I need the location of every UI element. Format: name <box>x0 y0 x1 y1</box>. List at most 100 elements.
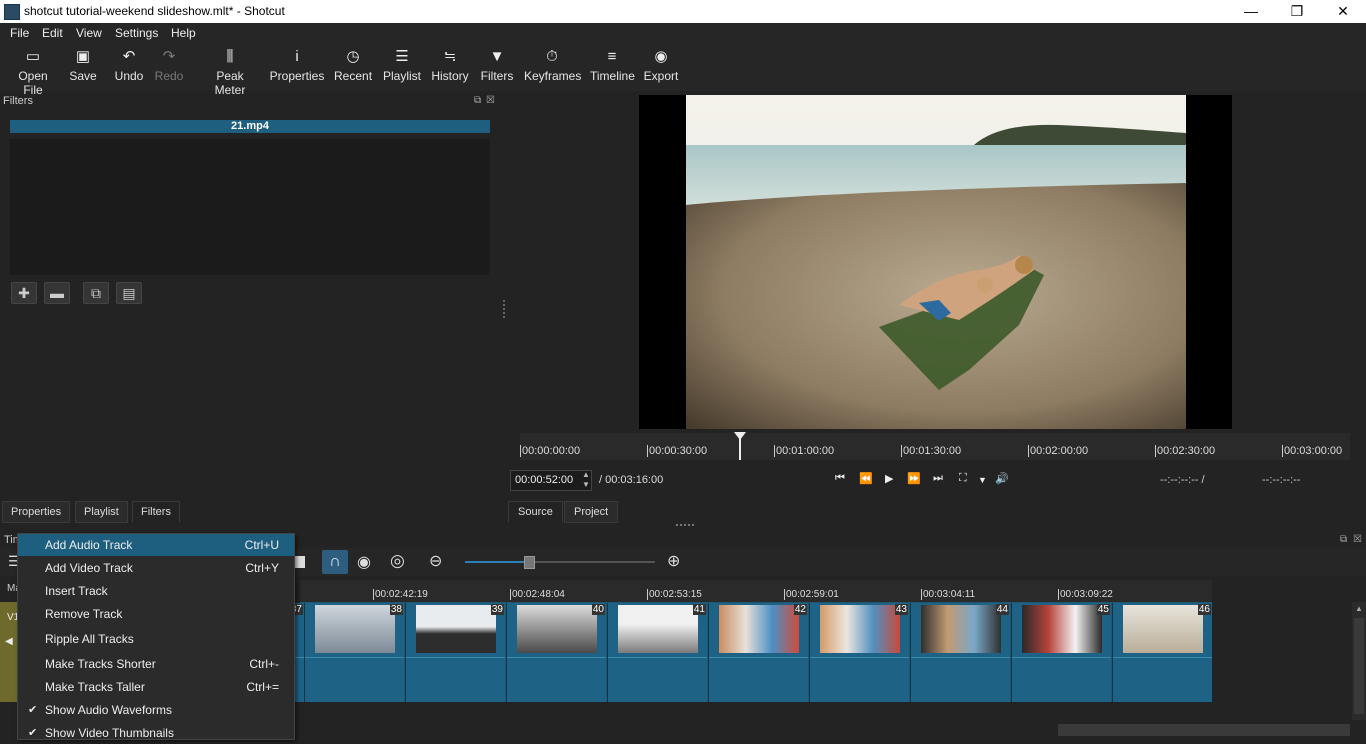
ripple-target-icon[interactable]: ◎ <box>390 551 405 571</box>
zoom-in-icon[interactable]: ⊕ <box>667 551 680 571</box>
scroll-up-icon[interactable]: ▲ <box>1355 604 1363 613</box>
menu-bar: File Edit View Settings Help <box>0 23 1366 43</box>
player-ruler-tick: 00:01:00:00 <box>774 445 835 457</box>
redo-icon: ↷ <box>162 48 176 65</box>
menu-add-video-track[interactable]: Add Video Track Ctrl+Y <box>18 557 294 579</box>
snap-magnet-icon[interactable]: ∩ <box>322 550 348 574</box>
redo-button[interactable]: ↷ Redo <box>152 45 186 89</box>
clip-number: 38 <box>389 604 403 615</box>
menu-show-video-thumbnails[interactable]: ✔ Show Video Thumbnails <box>18 722 294 744</box>
save-button[interactable]: ▣ Save <box>66 45 100 89</box>
peak-meter-button[interactable]: ⫼ Peak Meter <box>200 45 260 97</box>
menu-add-audio-track[interactable]: Add Audio Track Ctrl+U <box>18 534 294 556</box>
spin-up-icon[interactable]: ▲ <box>582 470 590 479</box>
properties-button[interactable]: i Properties <box>269 45 325 89</box>
clip-thumbnail <box>416 605 496 653</box>
playlist-button[interactable]: ☰ Playlist <box>383 45 421 89</box>
history-icon: ≒ <box>443 48 457 65</box>
timeline-clip[interactable]: 38 <box>304 603 404 702</box>
undo-button[interactable]: ↶ Undo <box>112 45 146 89</box>
filters-list[interactable] <box>10 139 490 275</box>
peak-meter-icon: ⫼ <box>226 48 234 65</box>
rewind-icon[interactable]: ⏪ <box>859 472 873 485</box>
timeline-clip[interactable]: 41 <box>607 603 707 702</box>
clip-thumbnail <box>315 605 395 653</box>
close-panel-icon[interactable]: ☒ <box>1353 534 1362 545</box>
play-icon[interactable]: ▶ <box>885 472 893 485</box>
clip-thumbnail <box>1022 605 1102 653</box>
menu-file[interactable]: File <box>10 26 29 40</box>
timeline-clip[interactable]: 46 <box>1112 603 1212 702</box>
timeline-clip[interactable]: 39 <box>405 603 505 702</box>
menu-ripple-all-tracks[interactable]: Ripple All Tracks <box>18 628 294 650</box>
tab-source[interactable]: Source <box>508 501 563 523</box>
chevron-down-icon[interactable]: ▼ <box>978 475 987 485</box>
filters-panel-title: Filters <box>3 95 33 107</box>
menu-help[interactable]: Help <box>171 26 196 40</box>
undock-icon[interactable]: ⧉ <box>1340 534 1347 545</box>
out-point-label: --:--:--:-- <box>1262 474 1301 486</box>
remove-filter-button[interactable]: ▬ <box>44 282 70 304</box>
tab-properties[interactable]: Properties <box>2 501 71 523</box>
menu-view[interactable]: View <box>76 26 102 40</box>
skip-to-end-icon[interactable]: ⏭ <box>933 472 943 485</box>
timeline-button[interactable]: ≡ Timeline <box>590 45 635 89</box>
paste-filter-button[interactable]: ▤ <box>116 282 142 304</box>
spin-down-icon[interactable]: ▼ <box>582 480 590 489</box>
undock-icon[interactable]: ⧉ <box>474 95 481 106</box>
timecode-input[interactable]: 00:00:52:00 <box>510 470 592 491</box>
menu-make-tracks-taller[interactable]: Make Tracks Taller Ctrl+= <box>18 676 294 698</box>
menu-settings[interactable]: Settings <box>115 26 158 40</box>
fast-forward-icon[interactable]: ⏩ <box>907 472 921 485</box>
clip-number: 42 <box>793 604 807 615</box>
splitter-handle[interactable] <box>503 300 507 318</box>
stopwatch-icon: ⏱ <box>546 48 558 65</box>
timeline-clip[interactable]: 44 <box>910 603 1010 702</box>
open-file-button[interactable]: ▭ Open File <box>8 45 58 97</box>
timeline-clip[interactable]: 45 <box>1011 603 1111 702</box>
clip-thumbnail <box>921 605 1001 653</box>
splitter-handle[interactable] <box>676 524 694 528</box>
zoom-slider-handle[interactable] <box>524 556 535 569</box>
grid-display-icon[interactable]: ⛶ <box>959 472 967 485</box>
timeline-icon: ≡ <box>607 48 617 65</box>
copy-filter-button[interactable]: ⧉ <box>83 282 109 304</box>
timeline-ruler-tick: 00:02:48:04 <box>510 589 565 600</box>
history-button[interactable]: ≒ History <box>430 45 470 89</box>
clip-thumbnail <box>719 605 799 653</box>
close-button[interactable]: ✕ <box>1320 0 1366 23</box>
keyframes-button[interactable]: ⏱ Keyframes <box>524 45 581 89</box>
beach-preview-image <box>686 95 1186 429</box>
player-playhead-line <box>739 438 741 460</box>
volume-icon[interactable]: 🔊 <box>995 472 1009 485</box>
menu-make-tracks-shorter[interactable]: Make Tracks Shorter Ctrl+- <box>18 653 294 675</box>
menu-insert-track[interactable]: Insert Track <box>18 580 294 602</box>
tab-filters[interactable]: Filters <box>132 501 180 523</box>
scrub-eye-icon[interactable]: ◉ <box>357 552 371 572</box>
add-filter-button[interactable]: ✚ <box>11 282 37 304</box>
export-button[interactable]: ◉ Export <box>642 45 680 89</box>
tab-playlist[interactable]: Playlist <box>75 501 128 523</box>
menu-remove-track[interactable]: Remove Track <box>18 603 294 625</box>
timeline-clip[interactable]: 43 <box>809 603 909 702</box>
zoom-out-icon[interactable]: ⊖ <box>429 551 442 571</box>
scrollbar-thumb[interactable] <box>1354 618 1364 714</box>
clock-icon: ◷ <box>346 48 360 65</box>
menu-edit[interactable]: Edit <box>42 26 63 40</box>
track-header-v1[interactable]: V1 ◀ <box>0 602 19 702</box>
track-mute-icon[interactable]: ◀ <box>5 636 13 647</box>
filters-button[interactable]: ▼ Filters <box>480 45 514 89</box>
player-ruler-tick: 00:02:00:00 <box>1028 445 1089 457</box>
close-panel-icon[interactable]: ☒ <box>486 95 495 106</box>
minimize-button[interactable]: — <box>1228 0 1274 23</box>
tab-project[interactable]: Project <box>564 501 619 523</box>
timeline-horizontal-scrollbar[interactable] <box>1058 724 1350 736</box>
video-preview[interactable] <box>639 95 1232 429</box>
menu-show-audio-waveforms[interactable]: ✔ Show Audio Waveforms <box>18 699 294 721</box>
timeline-clip[interactable]: 42 <box>708 603 808 702</box>
skip-to-start-icon[interactable]: ⏮ <box>835 472 845 485</box>
maximize-button[interactable]: ❐ <box>1274 0 1320 23</box>
recent-button[interactable]: ◷ Recent <box>334 45 372 89</box>
timeline-ruler-tick: 00:03:09:22 <box>1058 589 1113 600</box>
timeline-clip[interactable]: 40 <box>506 603 606 702</box>
